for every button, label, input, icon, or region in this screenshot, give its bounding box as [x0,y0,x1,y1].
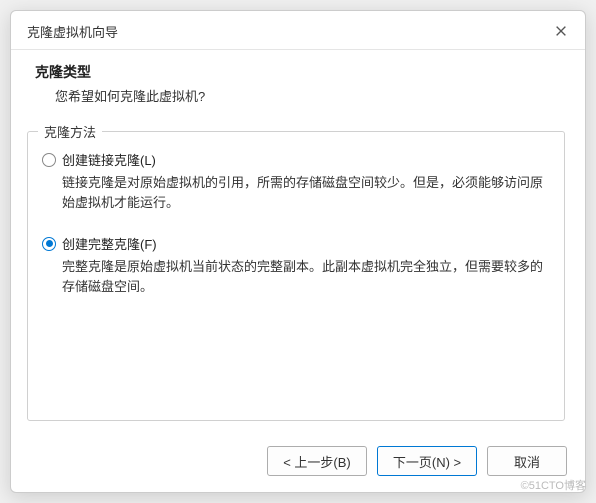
radio-option-linked: 创建链接克隆(L) 链接克隆是对原始虚拟机的引用，所需的存储磁盘空间较少。但是，… [42,150,550,212]
radio-description: 完整克隆是原始虚拟机当前状态的完整副本。此副本虚拟机完全独立，但需要较多的存储磁… [42,257,550,296]
radio-description: 链接克隆是对原始虚拟机的引用，所需的存储磁盘空间较少。但是，必须能够访问原始虚拟… [42,173,550,212]
dialog-title: 克隆虚拟机向导 [27,22,118,41]
radio-icon [42,237,56,251]
clone-wizard-dialog: 克隆虚拟机向导 克隆类型 您希望如何克隆此虚拟机? 克隆方法 创建链接克隆(L)… [10,10,586,493]
radio-label: 创建链接克隆(L) [62,150,156,169]
group-label: 克隆方法 [38,122,102,141]
titlebar: 克隆虚拟机向导 [11,11,585,50]
clone-method-group: 克隆方法 创建链接克隆(L) 链接克隆是对原始虚拟机的引用，所需的存储磁盘空间较… [27,131,565,421]
close-icon [554,24,568,38]
content-area: 克隆方法 创建链接克隆(L) 链接克隆是对原始虚拟机的引用，所需的存储磁盘空间较… [11,119,585,434]
close-button[interactable] [551,21,571,41]
next-button[interactable]: 下一页(N) > [377,446,477,476]
radio-linked-clone[interactable]: 创建链接克隆(L) [42,150,550,169]
footer: < 上一步(B) 下一页(N) > 取消 [11,434,585,492]
watermark: ©51CTO博客 [521,477,586,493]
page-title: 克隆类型 [35,62,561,82]
radio-label: 创建完整克隆(F) [62,234,157,253]
page-subtitle: 您希望如何克隆此虚拟机? [35,86,561,105]
radio-icon [42,153,56,167]
radio-option-full: 创建完整克隆(F) 完整克隆是原始虚拟机当前状态的完整副本。此副本虚拟机完全独立… [42,234,550,296]
back-button[interactable]: < 上一步(B) [267,446,367,476]
radio-full-clone[interactable]: 创建完整克隆(F) [42,234,550,253]
header-section: 克隆类型 您希望如何克隆此虚拟机? [11,50,585,119]
cancel-button[interactable]: 取消 [487,446,567,476]
radio-dot-icon [46,240,53,247]
